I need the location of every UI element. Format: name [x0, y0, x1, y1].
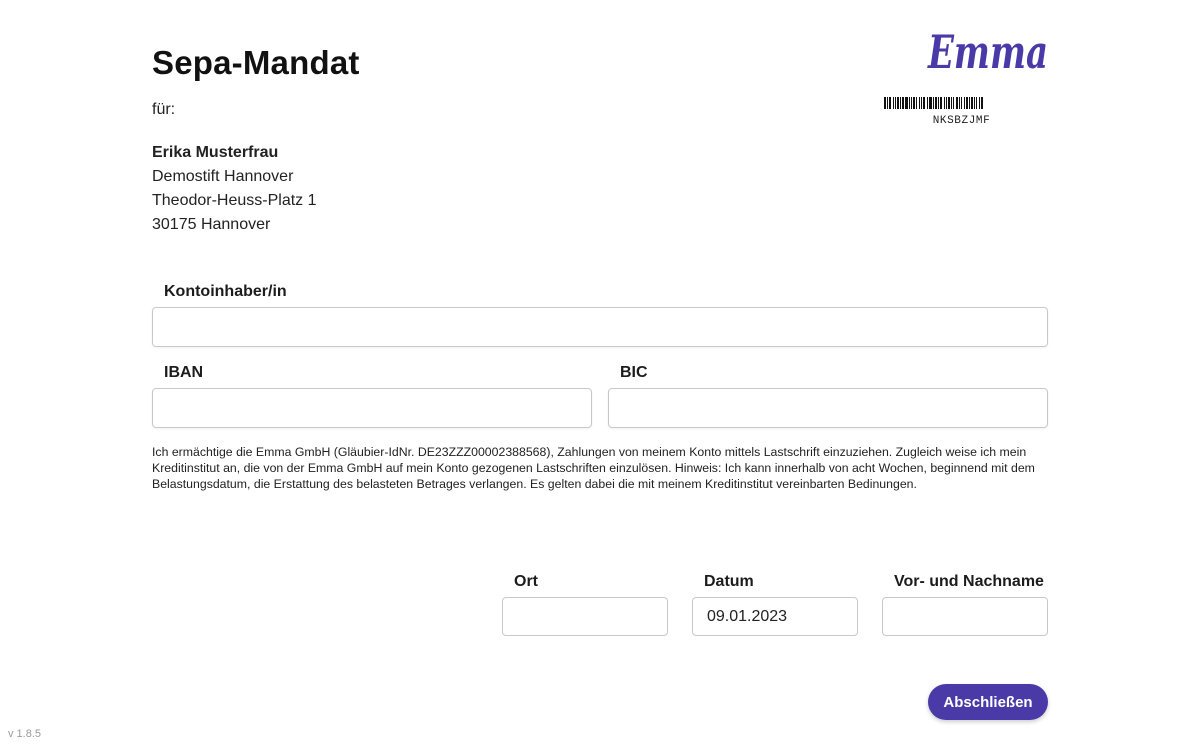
- page-title: Sepa-Mandat: [152, 44, 360, 81]
- iban-label: IBAN: [164, 364, 204, 381]
- recipient-line-3: 30175 Hannover: [152, 216, 271, 233]
- logo-text: Emma: [927, 25, 1048, 78]
- place-input[interactable]: [502, 597, 668, 636]
- barcode-icon: [884, 97, 983, 109]
- submit-button[interactable]: Abschließen: [928, 684, 1048, 720]
- sepa-mandate-page: Sepa-Mandat für: Erika Musterfrau Demost…: [0, 0, 1200, 750]
- date-input[interactable]: [692, 597, 858, 636]
- place-label: Ort: [514, 573, 538, 590]
- full-name-label: Vor- und Nachname: [894, 573, 1044, 590]
- bic-input[interactable]: [608, 388, 1048, 428]
- date-label: Datum: [704, 573, 754, 590]
- mandate-legal-text: Ich ermächtige die Emma GmbH (Gläubier-I…: [152, 445, 1035, 491]
- bic-label: BIC: [620, 364, 648, 381]
- emma-logo: Emma: [927, 25, 1048, 78]
- barcode-code: NKSBZJMF: [932, 115, 991, 127]
- version-label: v 1.8.5: [8, 728, 42, 740]
- recipient-name: Erika Musterfrau: [152, 144, 279, 161]
- recipient-address: Erika Musterfrau Demostift Hannover Theo…: [152, 141, 317, 237]
- recipient-line-1: Demostift Hannover: [152, 168, 294, 185]
- for-label: für:: [152, 101, 176, 118]
- recipient-line-2: Theodor-Heuss-Platz 1: [152, 192, 317, 209]
- full-name-input[interactable]: [882, 597, 1048, 636]
- iban-input[interactable]: [152, 388, 592, 428]
- account-holder-label: Kontoinhaber/in: [164, 283, 287, 300]
- account-holder-input[interactable]: [152, 307, 1048, 347]
